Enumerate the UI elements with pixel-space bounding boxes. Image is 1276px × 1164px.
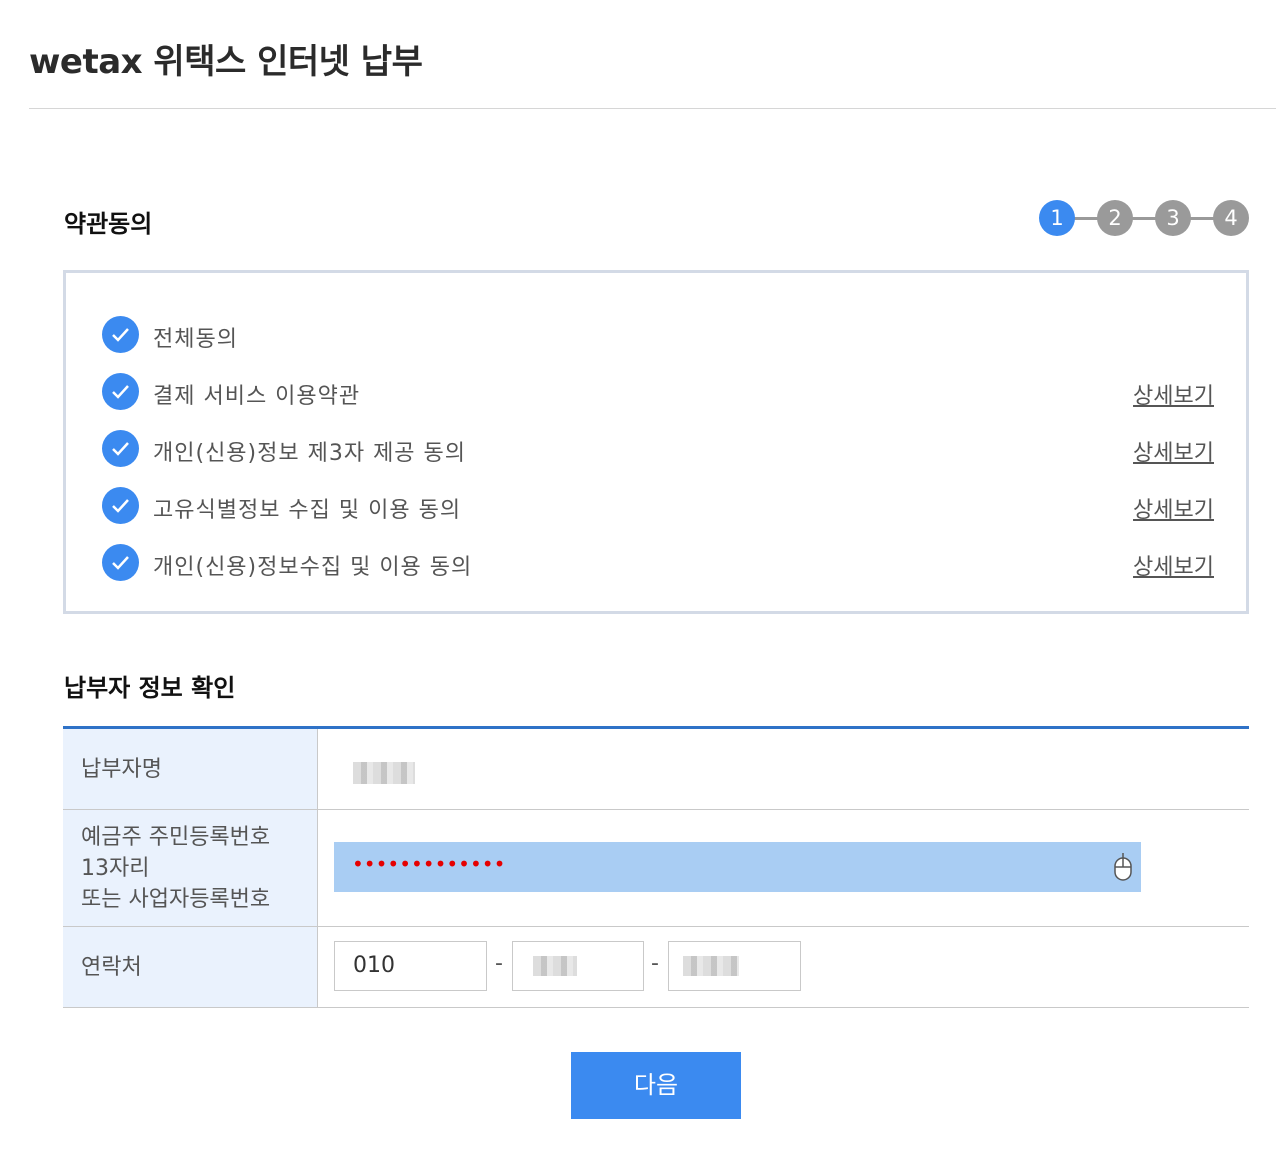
term-row-all[interactable]: 전체동의: [102, 316, 1214, 356]
step-connector: [1131, 217, 1157, 220]
resident-id-cell: •••••••••••••: [318, 810, 1249, 926]
term-label: 고유식별정보 수집 및 이용 동의: [153, 498, 462, 523]
view-details-link[interactable]: 상세보기: [1133, 378, 1214, 410]
table-row: 연락처 010 - -: [63, 927, 1249, 1008]
term-label: 개인(신용)정보수집 및 이용 동의: [153, 555, 473, 580]
redacted-name: [353, 762, 415, 784]
step-connector: [1073, 217, 1099, 220]
terms-section-title: 약관동의: [64, 210, 153, 238]
checkbox-checked-icon[interactable]: [102, 430, 139, 467]
contact-label: 연락처: [63, 927, 318, 1007]
phone-dash: -: [495, 951, 503, 976]
term-label: 결제 서비스 이용약관: [153, 384, 361, 409]
step-2: 2: [1097, 200, 1133, 236]
term-row-unique-id[interactable]: 고유식별정보 수집 및 이용 동의 상세보기: [102, 487, 1214, 527]
page-title: wetax 위택스 인터넷 납부: [29, 42, 423, 82]
resident-id-label-line1: 예금주 주민등록번호: [81, 824, 271, 850]
terms-agreement-box: 전체동의 결제 서비스 이용약관 상세보기 개인(신용)정보 제3자 제공 동의…: [63, 270, 1249, 614]
table-row: 예금주 주민등록번호 13자리 또는 사업자등록번호 •••••••••••••: [63, 810, 1249, 927]
view-details-link[interactable]: 상세보기: [1133, 492, 1214, 524]
term-label: 전체동의: [153, 327, 238, 352]
mouse-cursor-icon: [1114, 853, 1132, 881]
checkbox-checked-icon[interactable]: [102, 316, 139, 353]
step-connector: [1189, 217, 1215, 220]
resident-id-input[interactable]: •••••••••••••: [334, 842, 1141, 892]
redacted-phone-middle: [533, 956, 577, 976]
term-row-personal-info[interactable]: 개인(신용)정보수집 및 이용 동의 상세보기: [102, 544, 1214, 584]
step-indicator: 1 2 3 4: [1039, 200, 1249, 236]
step-1: 1: [1039, 200, 1075, 236]
masked-id-value: •••••••••••••: [352, 852, 506, 876]
header-divider: [29, 108, 1276, 109]
resident-id-label-line3: 또는 사업자등록번호: [81, 886, 271, 912]
phone-first-input[interactable]: 010: [334, 941, 487, 991]
term-row-third-party[interactable]: 개인(신용)정보 제3자 제공 동의 상세보기: [102, 430, 1214, 470]
term-row-payment[interactable]: 결제 서비스 이용약관 상세보기: [102, 373, 1214, 413]
view-details-link[interactable]: 상세보기: [1133, 549, 1214, 581]
phone-dash: -: [651, 951, 659, 976]
view-details-link[interactable]: 상세보기: [1133, 435, 1214, 467]
resident-id-label-line2: 13자리: [81, 855, 150, 881]
next-button[interactable]: 다음: [571, 1052, 741, 1119]
checkbox-checked-icon[interactable]: [102, 487, 139, 524]
redacted-phone-last: [683, 956, 739, 976]
phone-middle-input[interactable]: [512, 941, 644, 991]
table-row: 납부자명: [63, 729, 1249, 810]
step-3: 3: [1155, 200, 1191, 236]
checkbox-checked-icon[interactable]: [102, 544, 139, 581]
payer-name-value: [318, 729, 1249, 809]
contact-cell: 010 - -: [318, 927, 1249, 1007]
step-4: 4: [1213, 200, 1249, 236]
term-label: 개인(신용)정보 제3자 제공 동의: [153, 441, 467, 466]
phone-first-value: 010: [353, 953, 395, 978]
payer-name-label: 납부자명: [63, 729, 318, 809]
payer-info-table: 납부자명 예금주 주민등록번호 13자리 또는 사업자등록번호 ••••••••…: [63, 726, 1249, 1008]
checkbox-checked-icon[interactable]: [102, 373, 139, 410]
phone-last-input[interactable]: [668, 941, 801, 991]
resident-id-label: 예금주 주민등록번호 13자리 또는 사업자등록번호: [63, 810, 318, 926]
payer-section-title: 납부자 정보 확인: [64, 674, 236, 702]
